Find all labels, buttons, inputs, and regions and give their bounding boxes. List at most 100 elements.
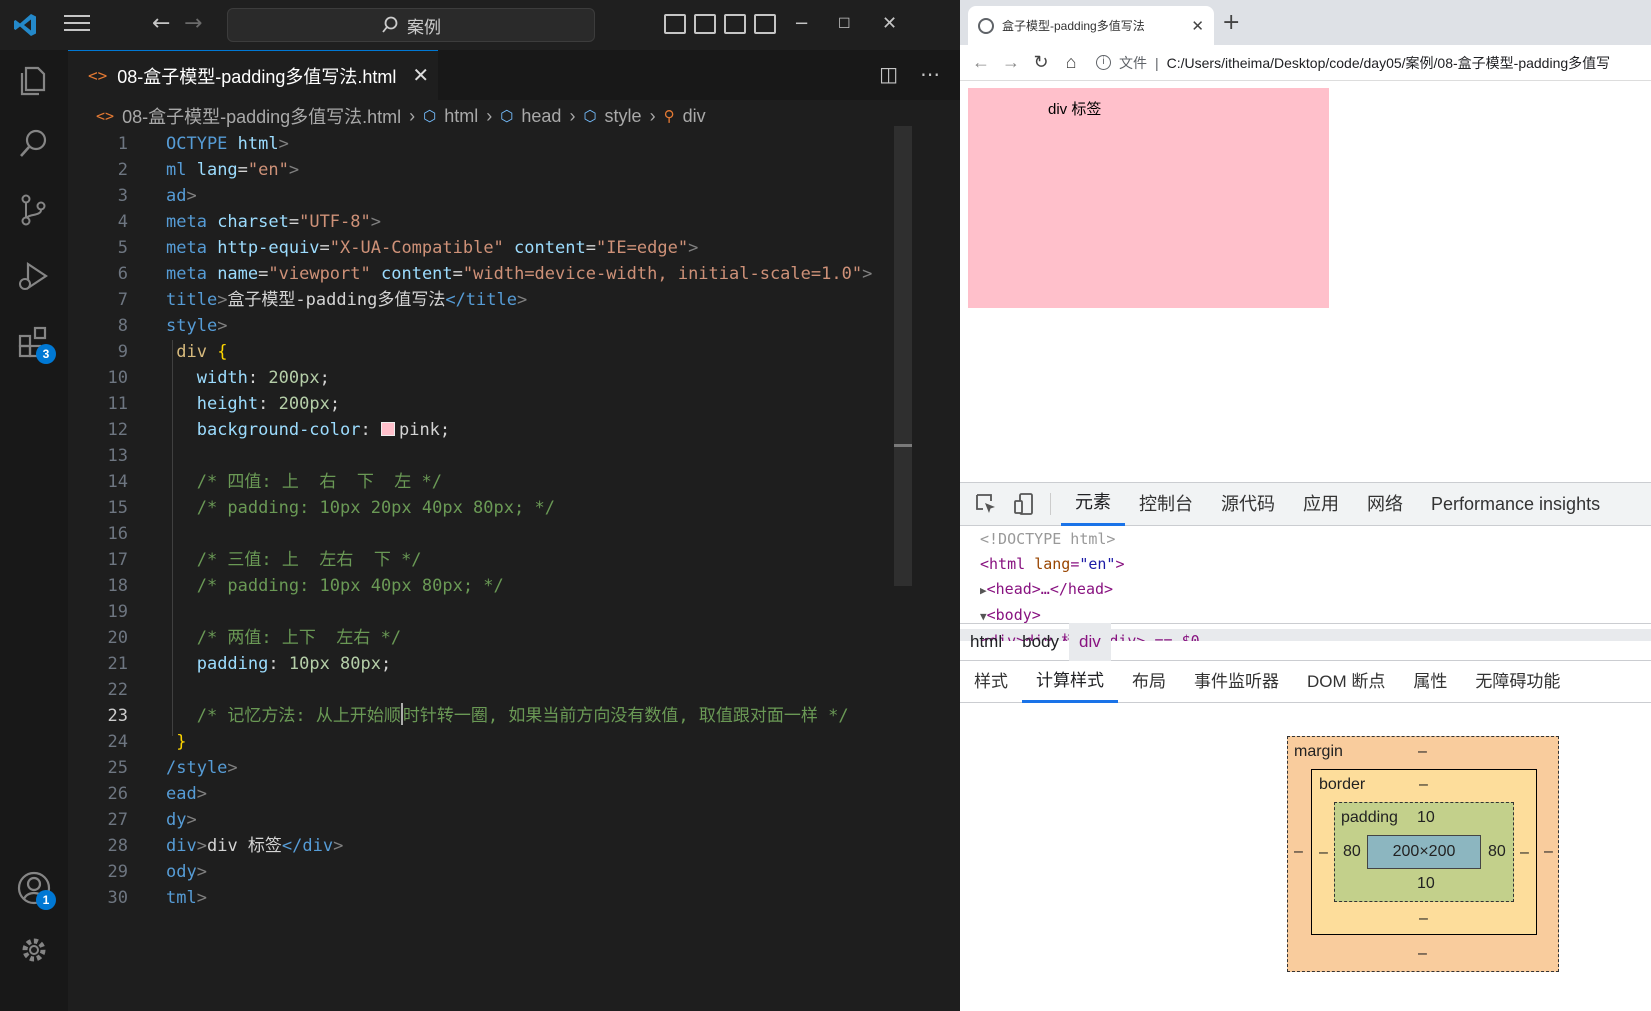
address-label: 文件: [1119, 54, 1147, 71]
color-swatch-icon[interactable]: [380, 422, 395, 436]
collapse-triangle-icon[interactable]: ▼: [980, 610, 987, 623]
menu-icon[interactable]: [64, 15, 90, 35]
code-line: 5 meta http-equiv="X-UA-Compatible" conte…: [117, 238, 699, 258]
explorer-icon[interactable]: [14, 60, 54, 100]
accounts-icon[interactable]: 1: [14, 868, 56, 910]
breadcrumb-item[interactable]: html: [444, 106, 478, 127]
padding-left-value[interactable]: 80: [1343, 843, 1361, 861]
devtools-tab-console[interactable]: 控制台: [1125, 482, 1207, 526]
border-bottom-value[interactable]: –: [1419, 910, 1428, 928]
code-line: 26 ead>: [107, 784, 207, 804]
devtools-tab-application[interactable]: 应用: [1289, 482, 1353, 526]
element-icon: ⬡: [423, 108, 437, 125]
box-model-margin[interactable]: margin – – – – border – – – – padding 10…: [1287, 736, 1559, 972]
breadcrumb-item[interactable]: style: [605, 106, 642, 127]
browser-tab-active[interactable]: 盒子模型-padding多值写法 ✕: [968, 6, 1214, 45]
breadcrumb-file[interactable]: 08-盒子模型-padding多值写法.html: [122, 103, 401, 129]
breadcrumb-item[interactable]: head: [521, 106, 561, 127]
margin-top-value[interactable]: –: [1418, 743, 1427, 761]
back-arrow-icon[interactable]: ←: [152, 12, 170, 36]
editor-scrollbar[interactable]: [894, 126, 912, 586]
dom-node-head[interactable]: ▶<head>…</head>: [960, 577, 1651, 603]
crumb-div[interactable]: div: [1069, 623, 1111, 661]
customize-layout-icon[interactable]: [754, 14, 776, 34]
html-file-icon: <>: [96, 107, 115, 125]
manage-gear-icon[interactable]: [14, 930, 54, 970]
code-line: 27 dy>: [107, 810, 197, 830]
subtab-dom-breakpoints[interactable]: DOM 断点: [1293, 661, 1399, 703]
split-editor-icon[interactable]: ◫: [879, 62, 898, 86]
margin-bottom-value[interactable]: –: [1418, 945, 1427, 963]
toggle-secondary-sidebar-icon[interactable]: [724, 14, 746, 34]
source-control-icon[interactable]: [14, 190, 54, 230]
box-model-border[interactable]: border – – – – padding 10 10 80 80 200×2…: [1311, 769, 1537, 935]
run-debug-icon[interactable]: [14, 256, 54, 296]
padding-right-value[interactable]: 80: [1488, 843, 1506, 861]
close-window-icon[interactable]: ✕: [882, 12, 897, 36]
subtab-event-listeners[interactable]: 事件监听器: [1180, 661, 1293, 703]
margin-left-value[interactable]: –: [1294, 843, 1303, 861]
forward-arrow-icon[interactable]: →: [184, 12, 202, 36]
url-field[interactable]: i 文件 | C:/Users/itheima/Desktop/code/day…: [1096, 53, 1610, 73]
command-center-search[interactable]: 案例: [227, 8, 595, 42]
reload-icon[interactable]: ↻: [1026, 52, 1056, 73]
breadcrumb-separator-icon: ›: [486, 105, 493, 126]
border-left-value[interactable]: –: [1319, 844, 1328, 862]
code-line: 9 div {: [117, 342, 228, 362]
subtab-properties[interactable]: 属性: [1399, 661, 1461, 703]
box-model-diagram: margin – – – – border – – – – padding 10…: [960, 704, 1651, 1011]
vscode-logo-icon: [14, 14, 36, 36]
vscode-window: ← → 案例 − ☐ ✕ 3 1 <> 08-盒子模型-padding多值写法.…: [0, 0, 960, 1011]
css-selector-icon: ⚲: [663, 108, 675, 125]
box-model-content[interactable]: 200×200: [1367, 835, 1481, 869]
maximize-icon[interactable]: ☐: [838, 12, 851, 36]
devtools-tab-elements[interactable]: 元素: [1061, 482, 1125, 526]
code-line: 28 div>div 标签</div>: [107, 836, 344, 856]
search-sidebar-icon[interactable]: [14, 124, 54, 164]
minimize-icon[interactable]: −: [794, 12, 809, 36]
code-line: 18 /* padding: 10px 40px 80px; */: [107, 576, 504, 596]
elements-subtabs: 样式 计算样式 布局 事件监听器 DOM 断点 属性 无障碍功能: [960, 661, 1651, 703]
subtab-accessibility[interactable]: 无障碍功能: [1461, 661, 1574, 703]
toolbar-divider: [1050, 493, 1051, 515]
expand-triangle-icon[interactable]: ▶: [980, 584, 987, 597]
devtools-tab-sources[interactable]: 源代码: [1207, 482, 1289, 526]
code-line: 30 tml>: [107, 888, 207, 908]
subtab-computed[interactable]: 计算样式: [1022, 661, 1118, 703]
toggle-primary-sidebar-icon[interactable]: [664, 14, 686, 34]
crumb-body[interactable]: body: [1012, 623, 1069, 661]
more-actions-icon[interactable]: ⋯: [920, 62, 940, 86]
dom-node-html[interactable]: <html lang="en">: [960, 552, 1651, 577]
close-tab-icon[interactable]: ✕: [1191, 17, 1204, 35]
toggle-panel-icon[interactable]: [694, 14, 716, 34]
activity-bar: 3 1: [0, 50, 68, 1011]
box-model-padding[interactable]: padding 10 10 80 80 200×200: [1334, 802, 1514, 902]
padding-top-value[interactable]: 10: [1417, 809, 1435, 827]
close-tab-icon[interactable]: ✕: [412, 63, 429, 88]
browser-tab-strip: 盒子模型-padding多值写法 ✕ +: [960, 0, 1651, 45]
forward-arrow-icon[interactable]: →: [996, 52, 1026, 73]
editor-tab-active[interactable]: <> 08-盒子模型-padding多值写法.html ✕: [68, 50, 438, 100]
border-top-value[interactable]: –: [1419, 776, 1428, 794]
devtools-tab-network[interactable]: 网络: [1353, 482, 1417, 526]
margin-right-value[interactable]: –: [1544, 843, 1553, 861]
new-tab-icon[interactable]: +: [1222, 10, 1240, 35]
crumb-html[interactable]: html: [960, 623, 1012, 661]
breadcrumb-item[interactable]: div: [683, 106, 706, 127]
back-arrow-icon[interactable]: ←: [966, 52, 996, 73]
subtab-layout[interactable]: 布局: [1118, 661, 1180, 703]
info-icon[interactable]: i: [1096, 55, 1111, 70]
extensions-icon[interactable]: 3: [14, 322, 56, 364]
padding-bottom-value[interactable]: 10: [1417, 875, 1435, 893]
device-toolbar-icon[interactable]: [1012, 492, 1036, 516]
breadcrumb: <> 08-盒子模型-padding多值写法.html › ⬡ html › ⬡…: [68, 100, 960, 132]
address-bar: ← → ↻ ⌂ i 文件 | C:/Users/itheima/Desktop/…: [960, 45, 1651, 81]
inspect-element-icon[interactable]: [974, 492, 998, 516]
subtab-styles[interactable]: 样式: [960, 661, 1022, 703]
home-icon[interactable]: ⌂: [1056, 52, 1086, 73]
globe-icon: [978, 17, 994, 34]
code-editor[interactable]: 1 OCTYPE html> 2 ml lang="en"> 3 ad> 4 meta …: [68, 131, 960, 1011]
dom-node-doctype[interactable]: <!DOCTYPE html>: [960, 527, 1651, 552]
devtools-tab-performance[interactable]: Performance insights: [1417, 482, 1614, 526]
border-right-value[interactable]: –: [1520, 844, 1529, 862]
